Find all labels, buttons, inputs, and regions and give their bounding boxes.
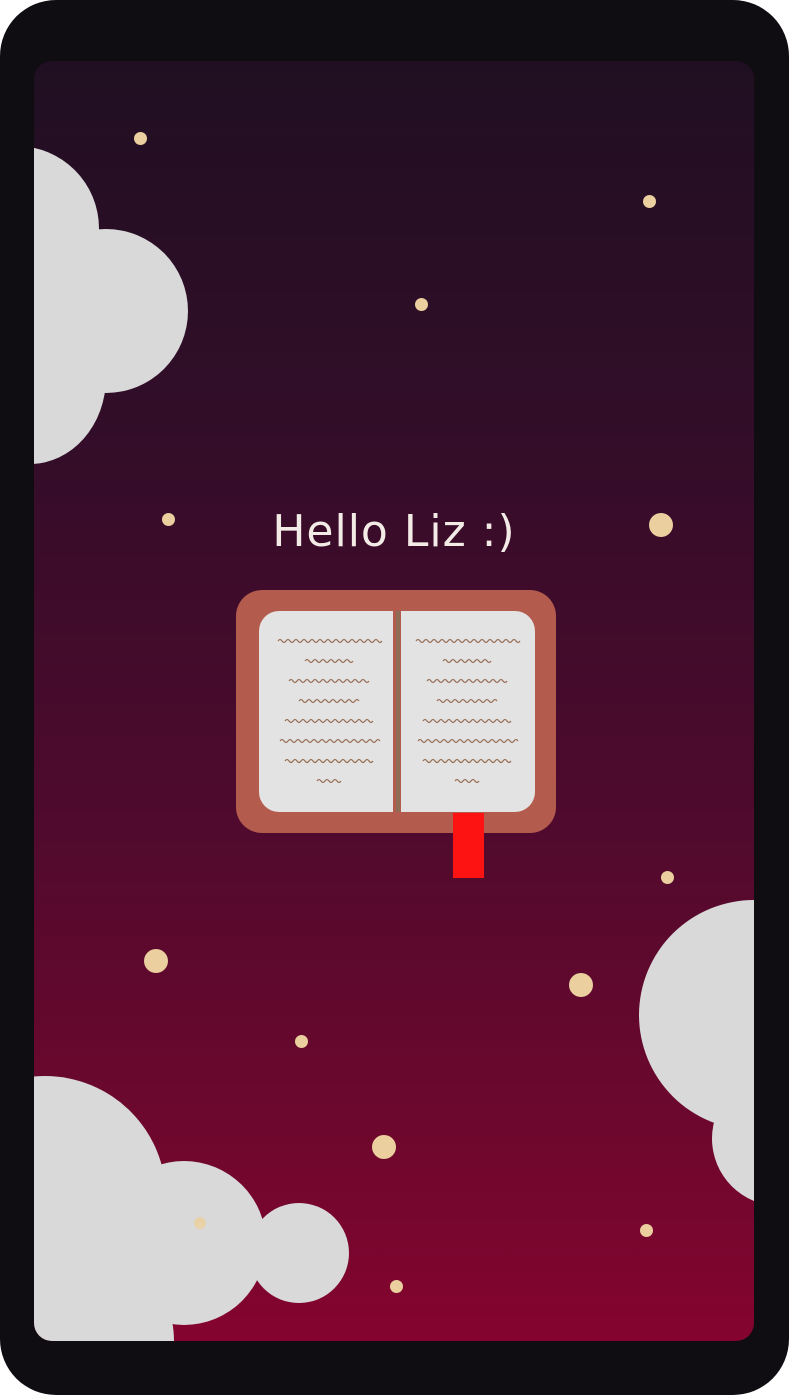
star [415,298,428,311]
star [390,1280,403,1293]
star [134,132,147,145]
star [569,973,593,997]
book-spine [396,611,400,812]
star [194,1217,206,1229]
star [295,1035,308,1048]
app-screen: Hello Liz :) [34,61,754,1341]
phone-frame: Hello Liz :) [0,0,789,1395]
star [144,949,168,973]
cloud [249,1203,349,1303]
star [661,871,674,884]
greeting-title: Hello Liz :) [272,506,516,557]
book-page-right [401,611,535,812]
bookmark-ribbon [453,813,484,878]
star [372,1135,396,1159]
scribble-lines [277,638,383,784]
star [640,1224,653,1237]
scribble-lines [415,638,521,784]
star [643,195,656,208]
book-page-left [259,611,393,812]
open-book-icon[interactable] [236,590,556,833]
